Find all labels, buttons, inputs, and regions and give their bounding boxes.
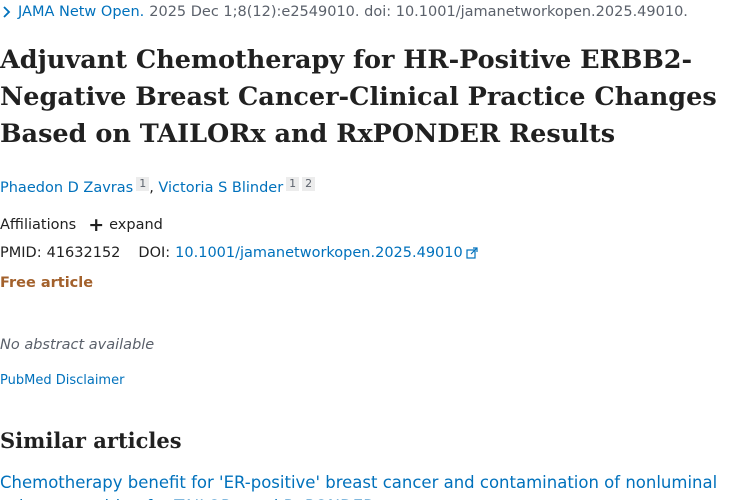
free-article-badge: Free article [0,275,94,291]
doi-label: DOI: [138,245,171,261]
pubmed-disclaimer-link[interactable]: PubMed Disclaimer [0,373,124,388]
chevron-right-icon[interactable] [0,5,14,19]
doi-value: 10.1001/jamanetworkopen.2025.49010 [175,245,463,261]
affiliation-number[interactable]: 1 [286,177,300,191]
similar-article-link[interactable]: Chemotherapy benefit for 'ER-positive' b… [0,471,740,500]
pmid-value: 41632152 [46,245,121,261]
article-title: Adjuvant Chemotherapy for HR-Positive ER… [0,45,717,149]
identifiers-row: PMID: 41632152 DOI: 10.1001/jamanetworko… [0,245,478,261]
expand-affiliations-button[interactable]: + expand [88,214,163,236]
doi-link[interactable]: 10.1001/jamanetworkopen.2025.49010 [175,245,478,261]
citation-line: JAMA Netw Open. 2025 Dec 1;8(12):e254901… [0,4,688,20]
plus-icon: + [88,214,105,236]
affiliations-row: Affiliations + expand [0,214,163,236]
no-abstract-text: No abstract available [0,337,155,353]
author-link[interactable]: Victoria S Blinder [158,180,283,196]
journal-link[interactable]: JAMA Netw Open. [18,4,144,20]
pmid-label: PMID: [0,245,42,261]
author-list: Phaedon D Zavras 1, Victoria S Blinder 1 2 [0,177,316,196]
affiliation-number[interactable]: 2 [302,177,316,191]
affiliations-label: Affiliations [0,217,77,233]
citation-details: 2025 Dec 1;8(12):e2549010. doi: 10.1001/… [149,4,688,20]
similar-articles-heading: Similar articles [0,428,182,453]
affiliation-number[interactable]: 1 [136,177,150,191]
expand-label: expand [109,217,163,233]
external-link-icon [466,247,478,259]
author-link[interactable]: Phaedon D Zavras [0,180,133,196]
